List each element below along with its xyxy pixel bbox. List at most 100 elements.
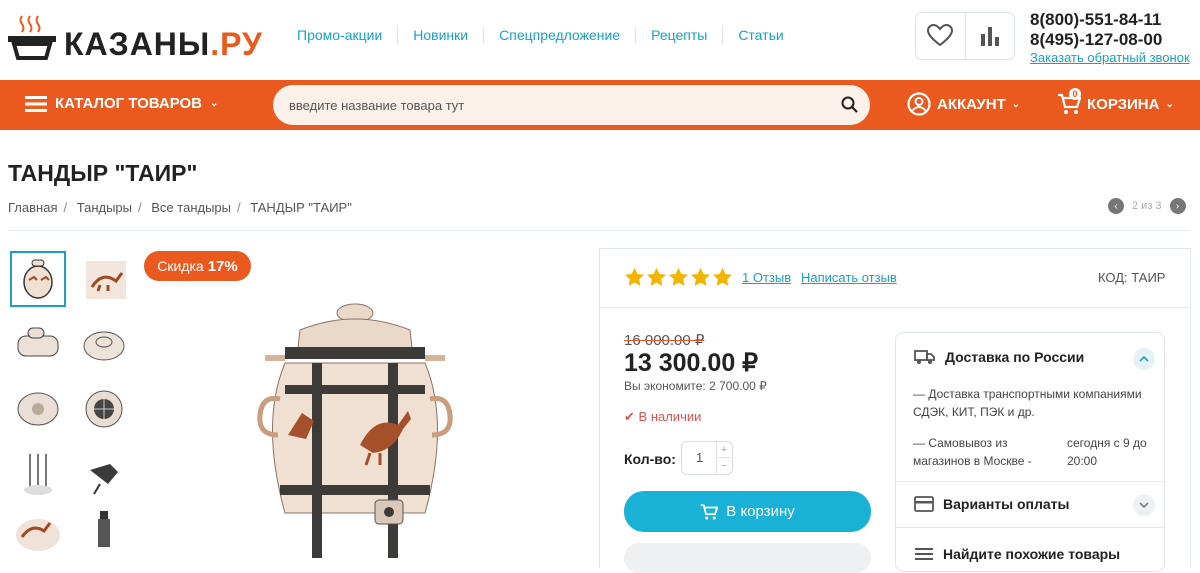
breadcrumb: Главная / Тандыры / Все тандыры / ТАНДЫР "Т… <box>8 200 352 215</box>
quantity-stepper: 1 + − <box>681 441 733 475</box>
nav-special[interactable]: Спецпредложение <box>483 26 635 44</box>
add-to-cart-label: В корзину <box>726 503 795 520</box>
quantity-input[interactable]: 1 <box>696 450 703 465</box>
star-icon <box>691 267 710 286</box>
hamburger-icon <box>25 95 47 112</box>
chevron-right-icon[interactable]: › <box>1169 198 1186 214</box>
payment-title: Варианты оплаты <box>943 496 1070 512</box>
quantity-decrease-button[interactable]: − <box>716 459 731 474</box>
callback-link[interactable]: Заказать обратный звонок <box>1030 50 1190 66</box>
pager-label: 2 из 3 <box>1132 200 1162 212</box>
logo-suffix: .РУ <box>210 26 263 62</box>
grill-thumbnail-image <box>85 390 123 428</box>
thumbnail-10[interactable] <box>76 501 132 557</box>
old-price: 16 000.00 ₽ <box>624 332 705 349</box>
quantity-label: Кол-во: <box>624 451 676 467</box>
thumbnail-9[interactable] <box>10 501 66 557</box>
breadcrumb-all-tandyry[interactable]: Все тандыры <box>151 200 231 215</box>
breadcrumb-current: ТАНДЫР "ТАИР" <box>250 200 352 215</box>
breadcrumb-separator: / <box>138 200 142 215</box>
pot-logo-icon <box>8 15 56 60</box>
catalog-menu-button[interactable]: КАТАЛОГ ТОВАРОВ ⌄ <box>25 95 218 112</box>
purchase-panel: 1 Отзыв Написать отзыв КОД: ТАИР 16 000.… <box>599 248 1191 573</box>
payment-options-header[interactable]: Варианты оплаты <box>914 496 1070 512</box>
site-logo[interactable]: КАЗАНЫ.РУ <box>8 10 262 70</box>
logo-text: КАЗАНЫ <box>64 26 211 62</box>
search-icon[interactable] <box>841 96 858 118</box>
savings-text: Вы экономите: 2 700.00 ₽ <box>624 379 767 393</box>
chevron-up-icon[interactable] <box>1133 348 1155 370</box>
thumbnail-4[interactable] <box>76 316 132 372</box>
list-icon <box>915 548 933 560</box>
thumbnail-6[interactable] <box>76 381 132 437</box>
star-icon <box>669 267 688 286</box>
secondary-button[interactable] <box>624 543 871 573</box>
thumbnail-5[interactable] <box>10 381 66 437</box>
heart-icon <box>927 24 954 47</box>
favorites-compare-box <box>915 12 1015 60</box>
bird-pattern-image <box>86 261 126 299</box>
breadcrumb-home[interactable]: Главная <box>8 200 57 215</box>
product-code: КОД: ТАИР <box>1098 270 1166 285</box>
favorites-button[interactable] <box>916 13 966 59</box>
thumbnail-2[interactable] <box>76 251 132 307</box>
breadcrumb-tandyry[interactable]: Тандыры <box>77 200 132 215</box>
catalog-label: КАТАЛОГ ТОВАРОВ <box>55 95 203 112</box>
tandyr-tall-thumbnail-image <box>98 511 110 547</box>
cart-icon <box>701 503 719 519</box>
chevron-down-icon: ⌄ <box>1165 98 1174 110</box>
chevron-down-icon[interactable] <box>1133 494 1155 516</box>
tandyr-thumbnail-image <box>23 259 53 299</box>
star-icon <box>625 267 644 286</box>
divider <box>896 481 1164 482</box>
compare-button[interactable] <box>966 13 1015 59</box>
nav-recipes[interactable]: Рецепты <box>635 26 722 44</box>
thumbnail-8[interactable] <box>76 446 132 502</box>
credit-card-icon <box>914 496 934 512</box>
phone-2[interactable]: 8(495)-127-08-00 <box>1030 30 1190 50</box>
discount-badge: Скидка 17% <box>144 251 251 281</box>
main-bar: КАТАЛОГ ТОВАРОВ ⌄ АККАУНТ ⌄ 0 КОРЗИНА ⌄ <box>0 80 1200 130</box>
nav-new[interactable]: Новинки <box>397 26 483 44</box>
search-input[interactable] <box>289 85 829 125</box>
cart-menu[interactable]: 0 КОРЗИНА ⌄ <box>1057 88 1174 116</box>
chevron-down-icon: ⌄ <box>210 98 219 109</box>
write-review-link[interactable]: Написать отзыв <box>801 270 897 285</box>
product-main-image[interactable] <box>240 285 470 558</box>
account-label: АККАУНТ <box>937 95 1006 113</box>
add-to-cart-button[interactable]: В корзину <box>624 491 871 532</box>
thumbnail-3[interactable] <box>10 316 66 372</box>
truck-icon <box>914 350 935 364</box>
reviews-link[interactable]: 1 Отзыв <box>742 270 791 285</box>
top-header: КАЗАНЫ.РУ Промо-акции Новинки Спецпредло… <box>0 0 1200 80</box>
cart-count-badge: 0 <box>1069 88 1081 100</box>
availability-status: ✔ В наличии <box>624 409 701 425</box>
nav-promo[interactable]: Промо-акции <box>282 26 397 44</box>
similar-products-header[interactable]: Найдите похожие товары <box>914 546 1120 562</box>
skewers-thumbnail-image <box>24 454 52 495</box>
top-nav: Промо-акции Новинки Спецпредложение Реце… <box>282 26 799 44</box>
bird-side-thumbnail-image <box>16 519 60 551</box>
quantity-increase-button[interactable]: + <box>716 443 731 458</box>
hook-thumbnail-image <box>90 464 118 495</box>
lid-top-thumbnail-image <box>83 331 125 361</box>
phone-1[interactable]: 8(800)-551-84-11 <box>1030 10 1190 30</box>
detail-thumbnail-image <box>17 392 59 426</box>
availability-label: В наличии <box>638 409 702 424</box>
divider <box>896 527 1164 528</box>
nav-articles[interactable]: Статьи <box>722 26 798 44</box>
delivery-header[interactable]: Доставка по России <box>914 349 1084 365</box>
thumbnail-1[interactable] <box>10 251 66 307</box>
rating-stars[interactable] <box>624 267 733 287</box>
chevron-left-icon[interactable]: ‹ <box>1108 198 1124 214</box>
delivery-title: Доставка по России <box>945 349 1085 365</box>
product-pager: ‹ 2 из 3 › <box>1108 198 1186 214</box>
account-menu[interactable]: АККАУНТ ⌄ <box>907 92 1020 116</box>
discount-value: 17% <box>207 257 238 275</box>
thumbnail-7[interactable] <box>10 446 66 502</box>
divider <box>8 230 1190 231</box>
user-icon <box>907 92 931 116</box>
lid-thumbnail-image <box>17 327 59 357</box>
delivery-transport-text: — Доставка транспортными компаниями СДЭК… <box>913 387 1142 419</box>
breadcrumb-separator: / <box>237 200 241 215</box>
